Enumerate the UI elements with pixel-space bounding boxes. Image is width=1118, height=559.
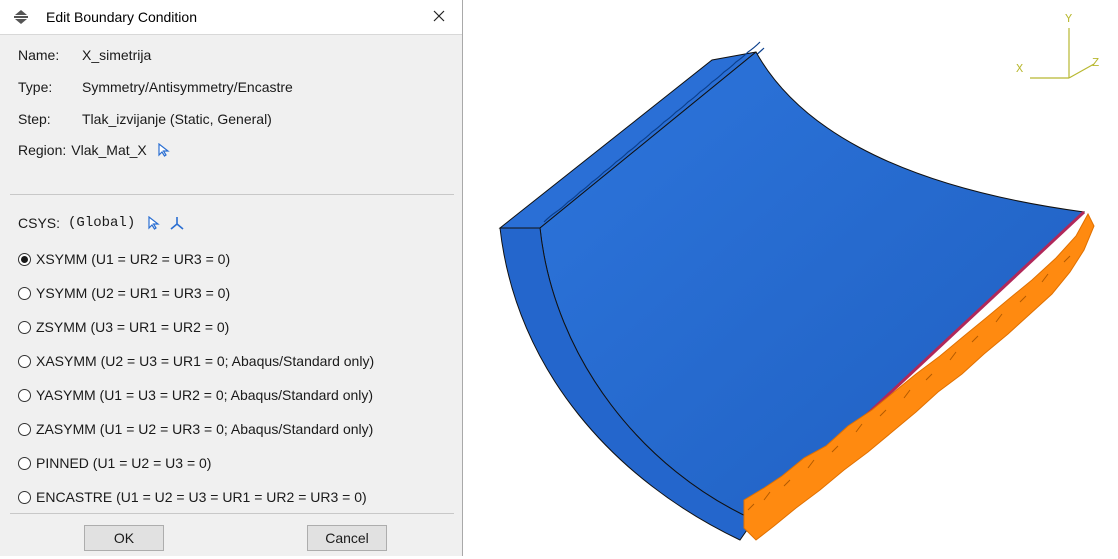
step-row: Step: Tlak_izvijanje (Static, General) [18,111,272,127]
symmetry-option[interactable]: ZASYMM (U1 = U2 = UR3 = 0; Abaqus/Standa… [18,419,373,439]
option-label: PINNED (U1 = U2 = U3 = 0) [36,455,212,471]
name-label: Name: [18,47,60,63]
radio-button[interactable] [18,320,31,334]
csys-value: (Global) [68,215,136,231]
name-row: Name: X_simetrija [18,47,151,63]
triad-z-axis [1068,63,1095,79]
step-value: Tlak_izvijanje (Static, General) [82,111,272,127]
option-label: ZASYMM (U1 = U2 = UR3 = 0; Abaqus/Standa… [36,421,374,437]
edit-boundary-condition-dialog: Edit Boundary Condition Name: X_simetrij… [0,0,463,556]
triad-z-label: Z [1092,56,1099,70]
symmetry-option[interactable]: ZSYMM (U3 = UR1 = UR2 = 0) [18,317,229,337]
option-label: XSYMM (U1 = UR2 = UR3 = 0) [36,251,231,267]
triad-x-label: X [1016,62,1023,76]
option-label: ENCASTRE (U1 = U2 = U3 = UR1 = UR2 = UR3… [36,489,367,505]
option-label: YSYMM (U2 = UR1 = UR3 = 0) [36,285,231,301]
symmetry-option[interactable]: YSYMM (U2 = UR1 = UR3 = 0) [18,283,230,303]
option-label: XASYMM (U2 = U3 = UR1 = 0; Abaqus/Standa… [36,353,375,369]
type-value: Symmetry/Antisymmetry/Encastre [82,79,293,95]
symmetry-option[interactable]: PINNED (U1 = U2 = U3 = 0) [18,453,211,473]
radio-button[interactable] [18,422,31,436]
select-arrow-icon[interactable] [157,143,171,157]
boundary-condition-icon [13,9,29,25]
csys-triad-icon[interactable] [169,215,185,231]
cancel-button[interactable]: Cancel [307,525,387,551]
radio-button[interactable] [18,388,31,402]
separator [10,194,454,195]
option-label: ZSYMM (U3 = UR1 = UR2 = 0) [36,319,230,335]
symmetry-option[interactable]: YASYMM (U1 = U3 = UR2 = 0; Abaqus/Standa… [18,385,373,405]
radio-button[interactable] [18,456,31,470]
radio-button[interactable] [18,490,31,504]
name-value: X_simetrija [82,47,152,63]
axis-triad [1030,28,1095,79]
separator [10,513,454,514]
csys-row: CSYS: (Global) [18,215,185,231]
symmetry-option[interactable]: XSYMM (U1 = UR2 = UR3 = 0) [18,249,230,269]
model-viewport[interactable]: Y X Z [464,0,1118,556]
region-value: Vlak_Mat_X [71,142,147,158]
option-label: YASYMM (U1 = U3 = UR2 = 0; Abaqus/Standa… [36,387,374,403]
close-button[interactable] [416,0,462,34]
csys-label: CSYS: [18,215,61,231]
dialog-title: Edit Boundary Condition [46,9,197,25]
region-label: Region: [18,142,67,158]
dialog-titlebar: Edit Boundary Condition [0,0,462,35]
radio-button[interactable] [18,354,31,368]
select-arrow-icon[interactable] [147,216,161,230]
step-label: Step: [18,111,51,127]
close-icon [433,9,445,25]
triad-y-label: Y [1065,12,1072,26]
type-row: Type: Symmetry/Antisymmetry/Encastre [18,79,293,95]
radio-button[interactable] [18,286,31,300]
region-row: Region: Vlak_Mat_X [18,142,171,158]
type-label: Type: [18,79,53,95]
symmetry-option[interactable]: ENCASTRE (U1 = U2 = U3 = UR1 = UR2 = UR3… [18,487,367,507]
symmetry-option[interactable]: XASYMM (U2 = U3 = UR1 = 0; Abaqus/Standa… [18,351,374,371]
radio-button[interactable] [18,252,31,266]
ok-button[interactable]: OK [84,525,164,551]
